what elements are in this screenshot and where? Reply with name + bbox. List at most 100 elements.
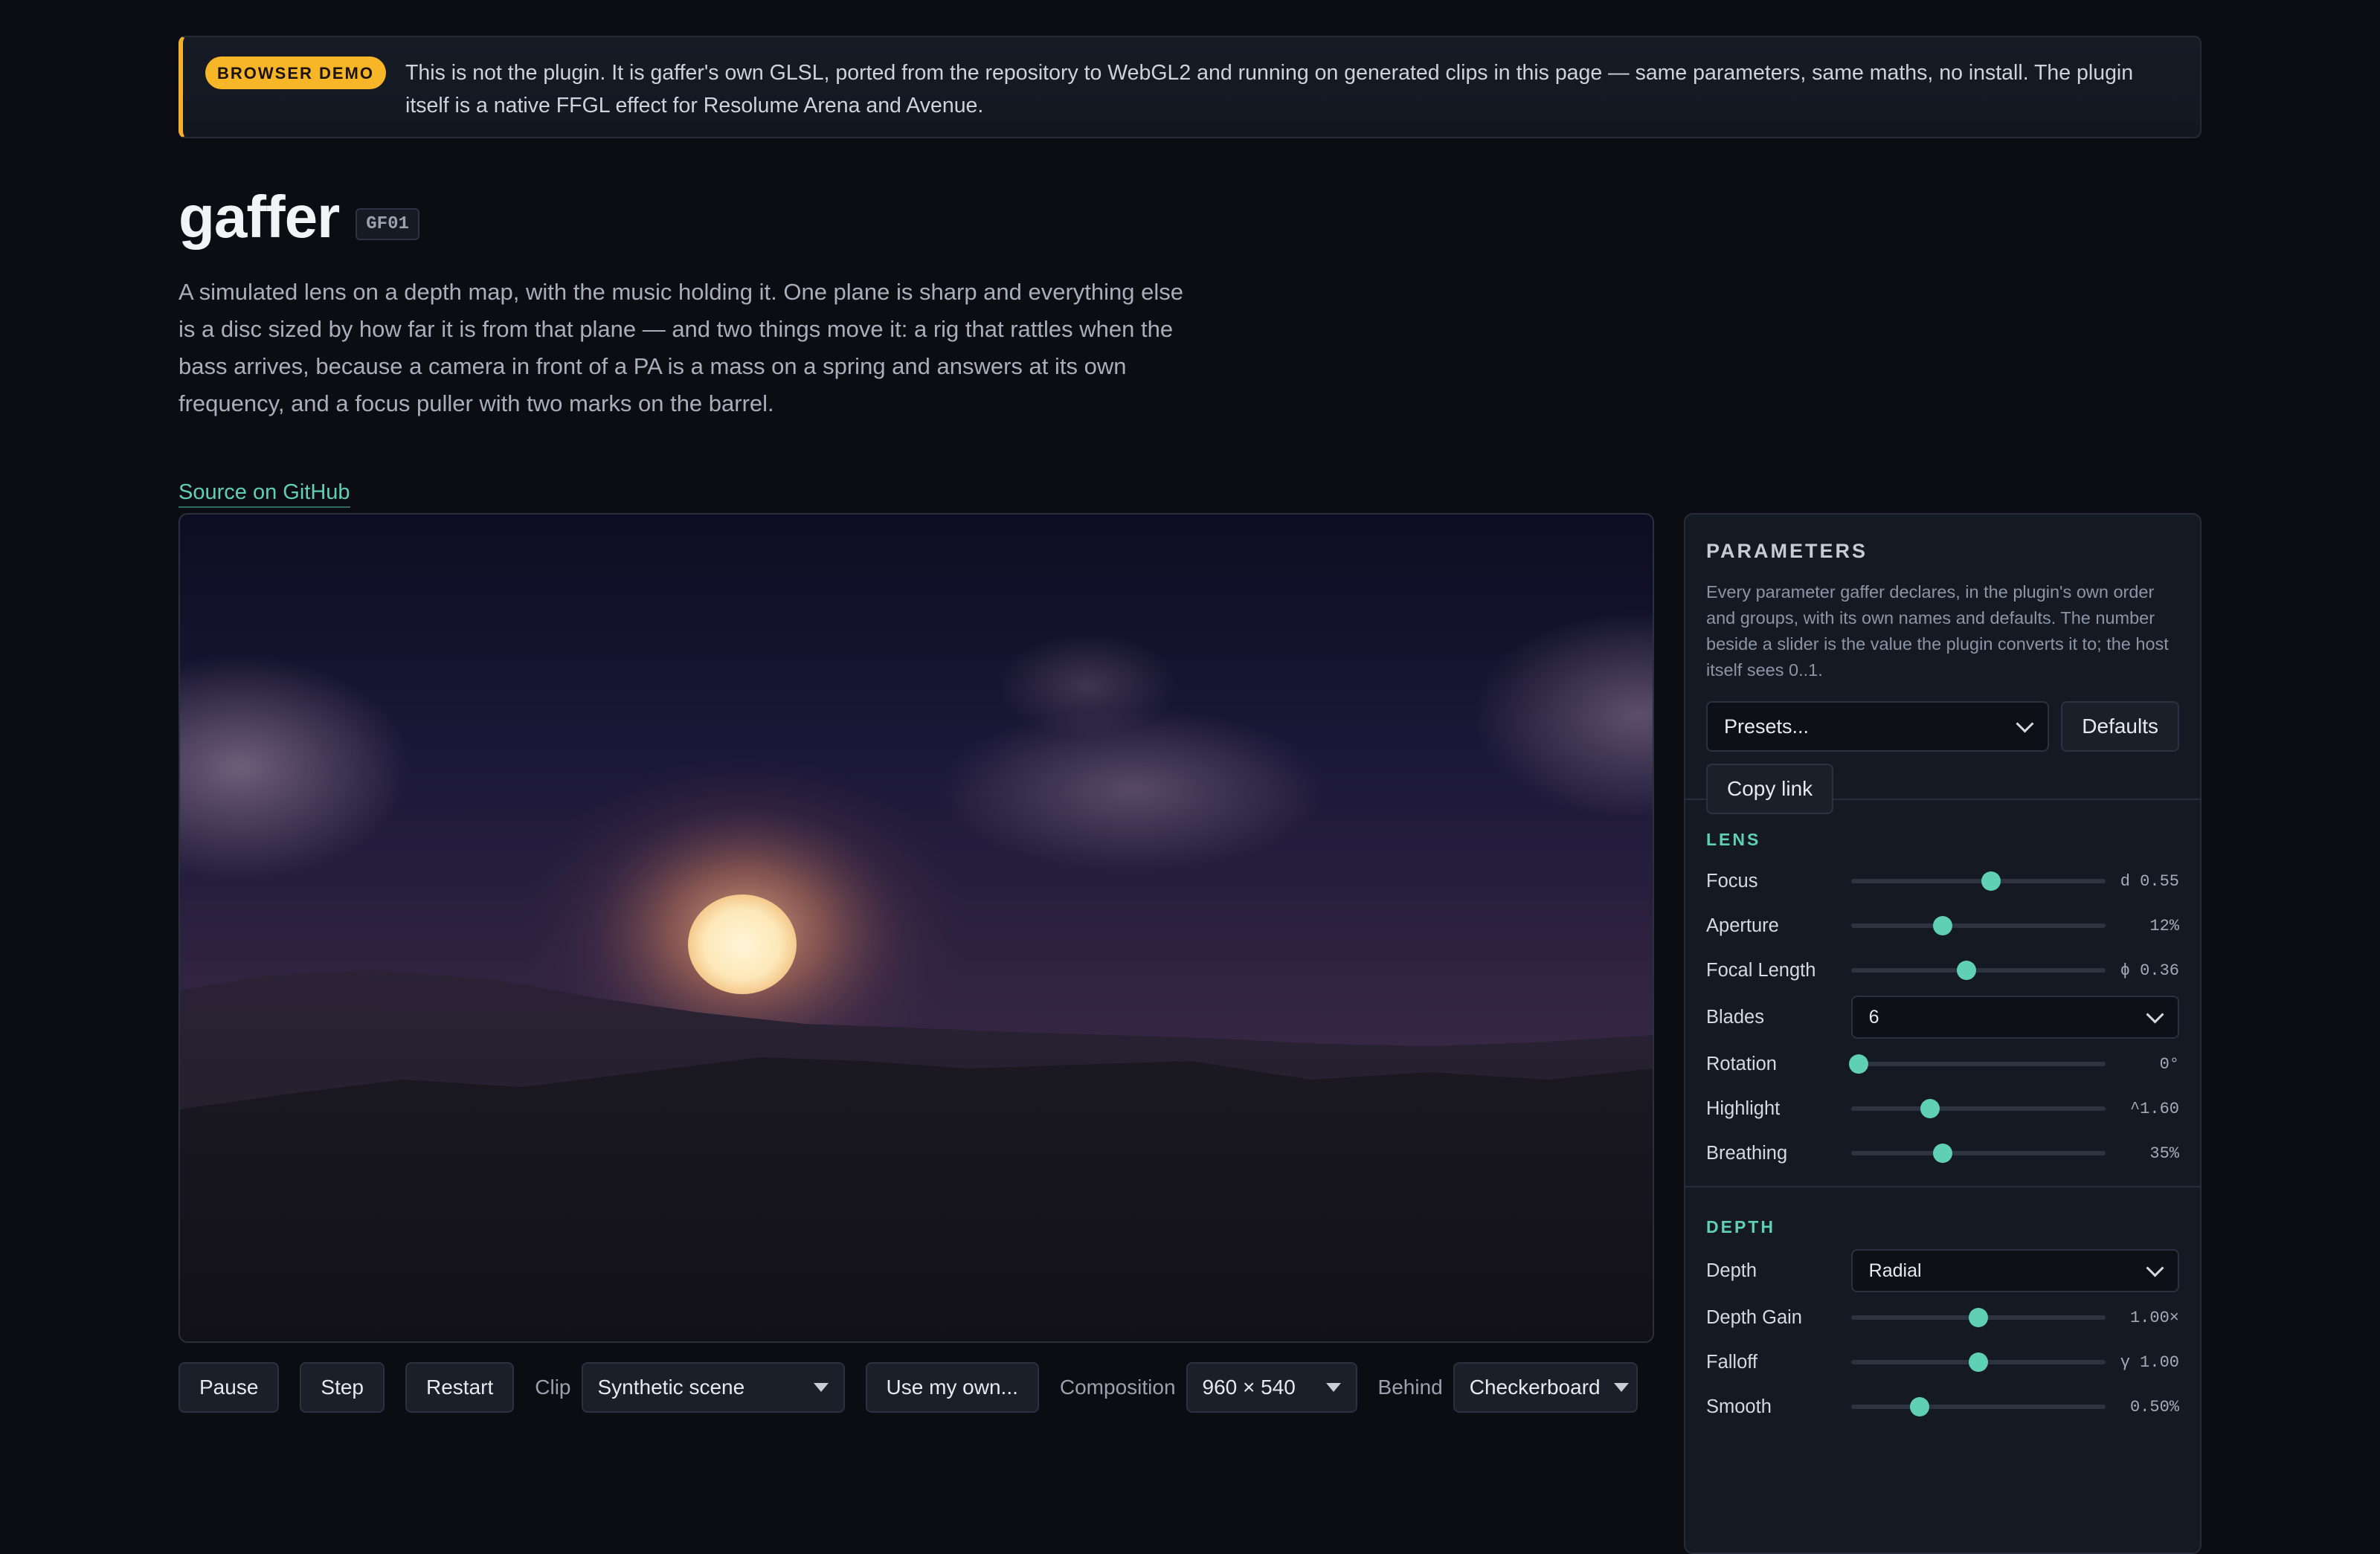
lens-section-title: LENS [1706,830,1761,849]
step-button[interactable]: Step [300,1362,385,1413]
focal-length-value: ϕ 0.36 [2120,961,2179,980]
chevron-down-icon [2146,1005,2164,1024]
param-label-smooth: Smooth [1706,1396,1772,1417]
pause-button[interactable]: Pause [178,1362,280,1413]
param-row-highlight: Highlight ^1.60 [1706,1086,2179,1131]
focus-slider-handle[interactable] [1981,871,2001,891]
param-label-highlight: Highlight [1706,1097,1781,1119]
smooth-slider-handle[interactable] [1910,1397,1930,1416]
depth-select-value: Radial [1868,1260,1922,1281]
parameters-title: PARAMETERS [1706,540,1868,562]
blades-select[interactable]: 6 [1850,996,2179,1039]
playback-controls: Pause Step Restart Clip Synthetic scene … [178,1362,1659,1413]
param-row-rotation: Rotation 0° [1706,1042,2179,1086]
page-description: A simulated lens on a depth map, with th… [178,279,1184,416]
composition-select-value: 960 × 540 [1202,1376,1296,1399]
render-viewport[interactable] [178,513,1654,1343]
clip-select[interactable]: Synthetic scene [581,1362,845,1413]
smooth-value: 0.50% [2129,1397,2179,1416]
param-label-blades: Blades [1706,1006,1764,1028]
clip-select-value: Synthetic scene [597,1376,745,1399]
chevron-down-icon [2016,714,2034,733]
breathing-slider[interactable] [1850,1144,2106,1163]
rotation-value: 0° [2159,1054,2179,1074]
chevron-down-icon [813,1383,829,1392]
focus-slider[interactable] [1850,871,2106,891]
depth-gain-value: 1.00× [2129,1308,2179,1327]
scene-preview [180,611,1653,1341]
behind-select[interactable]: Checkerboard [1453,1362,1638,1413]
param-row-focal-length: Focal Length ϕ 0.36 [1706,948,2179,993]
focus-value: d 0.55 [2120,871,2179,891]
falloff-value: γ 1.00 [2120,1353,2179,1372]
focal-length-slider-handle[interactable] [1957,961,1977,980]
source-github-link[interactable]: Source on GitHub [178,480,350,508]
presets-row: Presets... Defaults [1706,701,2179,752]
highlight-slider-handle[interactable] [1920,1099,1940,1118]
param-label-focus: Focus [1706,870,1758,892]
behind-label: Behind [1377,1376,1443,1399]
presets-select-value: Presets... [1724,715,1810,738]
aperture-value: 12% [2149,916,2179,935]
param-label-focal-length: Focal Length [1706,959,1816,981]
param-label-rotation: Rotation [1706,1053,1777,1074]
param-label-breathing: Breathing [1706,1142,1788,1164]
param-row-depth: Depth Radial [1706,1246,2179,1295]
lens-section: LENS Focus d 0.55 Aperture 12% Focal Length ϕ… [1685,800,2200,1176]
title-row: gaffer GF01 [178,183,419,251]
depth-gain-slider-handle[interactable] [1968,1308,1988,1327]
param-label-falloff: Falloff [1706,1351,1757,1373]
copy-link-button[interactable]: Copy link [1706,764,1834,814]
param-row-blades: Blades 6 [1706,993,2179,1042]
plugin-code-badge: GF01 [356,207,419,240]
use-my-own-button[interactable]: Use my own... [865,1362,1039,1413]
falloff-slider-handle[interactable] [1968,1353,1988,1372]
restart-button[interactable]: Restart [405,1362,515,1413]
param-row-falloff: Falloff γ 1.00 [1706,1340,2179,1384]
page-title: gaffer [178,184,340,250]
focal-length-slider[interactable] [1850,961,2106,980]
param-label-depth-gain: Depth Gain [1706,1306,1802,1328]
param-row-smooth: Smooth 0.50% [1706,1384,2179,1429]
breathing-value: 35% [2149,1144,2179,1163]
composition-label: Composition [1059,1376,1176,1399]
parameters-header: PARAMETERS Every parameter gaffer declar… [1685,515,2200,814]
chevron-down-icon [1325,1383,1341,1392]
banner-text: This is not the plugin. It is gaffer's o… [405,61,2134,117]
depth-gain-slider[interactable] [1850,1308,2106,1327]
depth-section: DEPTH Depth Radial Depth Gain 1.00× Falloff γ… [1685,1187,2200,1429]
param-row-focus: Focus d 0.55 [1706,859,2179,903]
sun [688,894,797,994]
browser-demo-badge: BROWSER DEMO [205,57,386,89]
chevron-down-icon [1613,1383,1629,1392]
highlight-slider[interactable] [1850,1099,2106,1118]
behind-select-value: Checkerboard [1469,1376,1601,1399]
page: BROWSER DEMO This is not the plugin. It … [178,36,2202,1554]
highlight-value: ^1.60 [2129,1099,2179,1118]
composition-select[interactable]: 960 × 540 [1186,1362,1357,1413]
parameters-description: Every parameter gaffer declares, in the … [1706,582,2169,680]
cloud-left [180,656,411,879]
presets-select[interactable]: Presets... [1706,701,2050,752]
rotation-slider-handle[interactable] [1849,1054,1869,1074]
clip-label: Clip [535,1376,571,1399]
cloud-right [1474,611,1653,819]
param-row-breathing: Breathing 35% [1706,1131,2179,1176]
smooth-slider[interactable] [1850,1397,2106,1416]
aperture-slider-handle[interactable] [1932,916,1952,935]
falloff-slider[interactable] [1850,1353,2106,1372]
breathing-slider-handle[interactable] [1932,1144,1952,1163]
rotation-slider[interactable] [1849,1054,2106,1074]
param-row-depth-gain: Depth Gain 1.00× [1706,1295,2179,1340]
depth-select[interactable]: Radial [1850,1249,2179,1292]
param-label-aperture: Aperture [1706,915,1779,936]
chevron-down-icon [2146,1258,2164,1277]
cloud-center [939,708,1325,871]
depth-section-title: DEPTH [1706,1217,1775,1237]
blades-select-value: 6 [1868,1006,1879,1028]
parameters-panel: PARAMETERS Every parameter gaffer declar… [1684,513,2202,1554]
aperture-slider[interactable] [1850,916,2106,935]
demo-banner: BROWSER DEMO This is not the plugin. It … [178,36,2202,138]
defaults-button[interactable]: Defaults [2061,701,2179,752]
param-label-depth: Depth [1706,1260,1757,1281]
